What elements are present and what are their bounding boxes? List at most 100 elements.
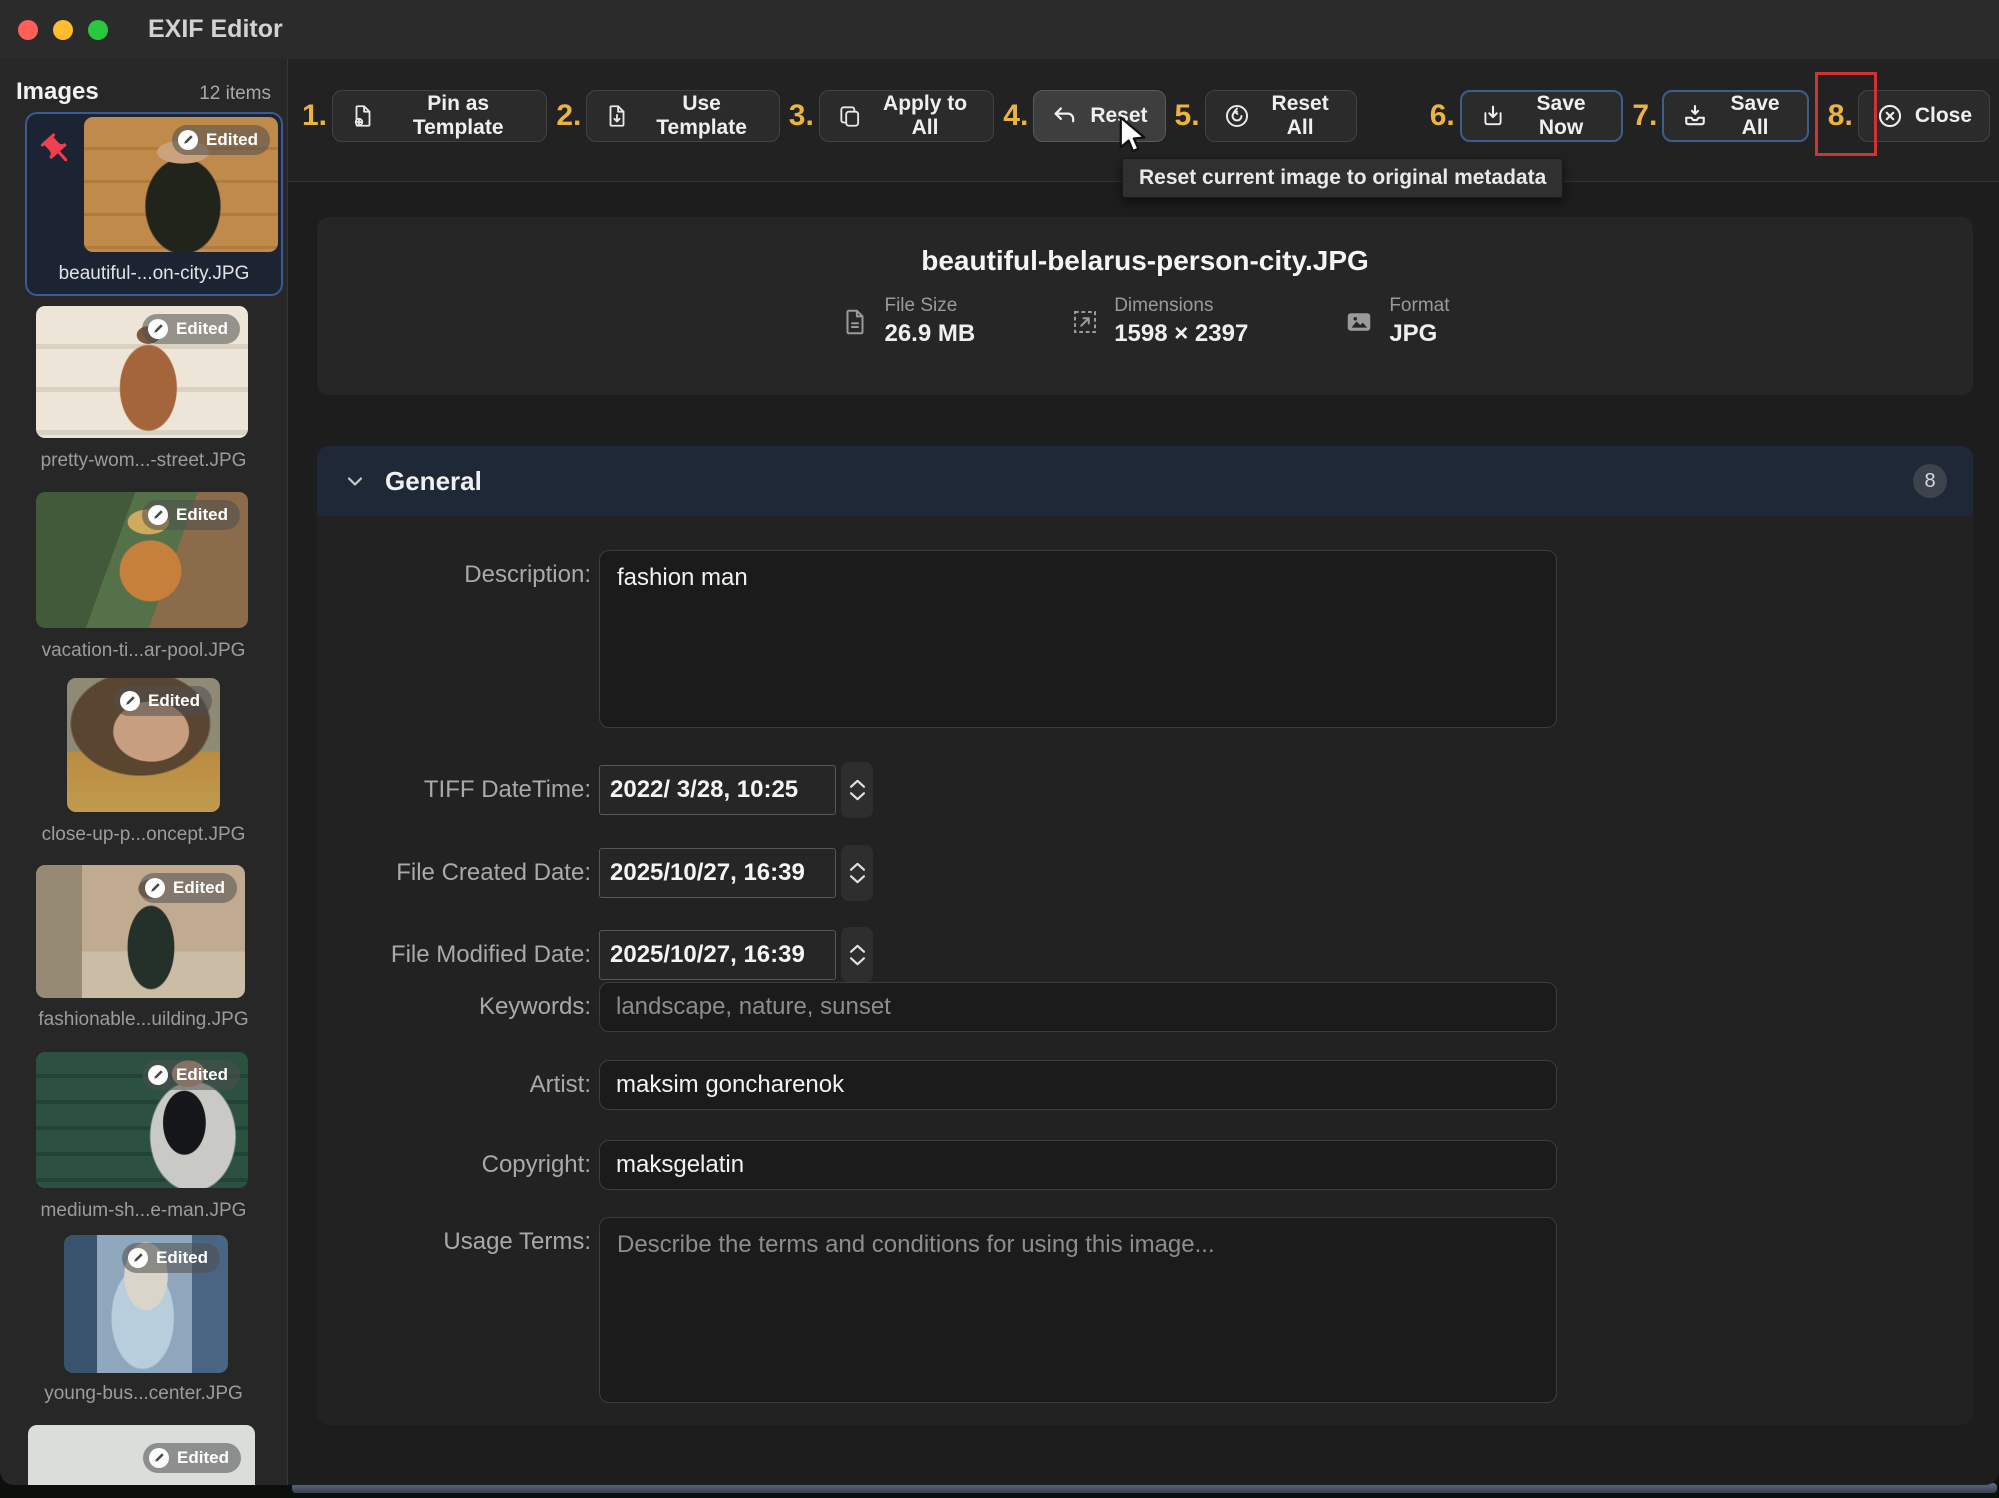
copyright-field[interactable] <box>599 1140 1557 1190</box>
edited-badge: Edited <box>139 873 237 903</box>
file-created-date-field[interactable] <box>599 848 836 898</box>
keywords-field[interactable] <box>599 982 1557 1032</box>
images-sidebar: Images 12 items Edited beautiful-...on-c… <box>0 59 288 1485</box>
reset-all-button[interactable]: Reset All <box>1205 90 1357 142</box>
stepper-up-icon <box>850 944 865 953</box>
pin-as-template-button[interactable]: Pin as Template <box>332 90 547 142</box>
stat-value: 1598 × 2397 <box>1114 320 1248 348</box>
pencil-circle-icon <box>177 129 199 151</box>
file-stats-row: File Size 26.9 MB Dimensions 1598 × 2397 <box>317 295 1973 348</box>
image-filename: fashionable...uilding.JPG <box>0 1009 287 1031</box>
tiff-datetime-field[interactable] <box>599 765 836 815</box>
artist-field[interactable] <box>599 1060 1557 1110</box>
artist-label: Artist: <box>317 1060 591 1110</box>
close-button[interactable]: Close <box>1858 90 1990 142</box>
file-modified-date-label: File Modified Date: <box>317 930 591 980</box>
file-modified-date-stepper[interactable] <box>841 927 873 983</box>
close-window-button[interactable] <box>18 20 38 40</box>
thumbnail-image: Edited <box>36 865 245 998</box>
edited-badge: Edited <box>172 125 270 155</box>
pencil-circle-icon <box>144 877 166 899</box>
pencil-circle-icon <box>147 1064 169 1086</box>
sidebar-item-1-selected[interactable]: Edited beautiful-...on-city.JPG <box>25 112 283 296</box>
general-section-title: General <box>385 466 482 497</box>
annotation-number-8-wrap: 8. <box>1828 99 1853 133</box>
edited-badge: Edited <box>142 500 240 530</box>
thumbnail-image: Edited <box>36 306 248 438</box>
stat-dimensions: Dimensions 1598 × 2397 <box>1070 295 1248 348</box>
save-all-button[interactable]: Save All <box>1662 90 1808 142</box>
apply-to-all-label: Apply to All <box>874 92 976 140</box>
file-created-date-label: File Created Date: <box>317 848 591 898</box>
annotation-number-4: 4. <box>1003 99 1028 133</box>
reset-all-label: Reset All <box>1262 92 1339 140</box>
stat-label: Format <box>1389 295 1449 317</box>
general-section-header[interactable]: General 8 <box>317 446 1973 516</box>
toolbar-group-6: 6. Save Now <box>1430 90 1624 142</box>
toolbar-group-8: 8. Close <box>1828 90 1990 142</box>
window-title: EXIF Editor <box>148 15 283 44</box>
use-template-label: Use Template <box>641 92 761 140</box>
edited-badge: Edited <box>122 1243 220 1273</box>
field-count-badge: 8 <box>1913 464 1947 498</box>
zoom-window-button[interactable] <box>88 20 108 40</box>
description-field[interactable]: fashion man <box>599 550 1557 728</box>
description-label: Description: <box>317 550 591 600</box>
pencil-circle-icon <box>147 318 169 340</box>
edited-badge-label: Edited <box>176 1065 228 1085</box>
usage-terms-label: Usage Terms: <box>317 1217 591 1267</box>
minimize-window-button[interactable] <box>53 20 73 40</box>
titlebar: EXIF Editor <box>0 0 1999 60</box>
sidebar-item-6[interactable]: Edited medium-sh...e-man.JPG <box>0 1052 287 1228</box>
sidebar-item-3[interactable]: Edited vacation-ti...ar-pool.JPG <box>0 492 287 668</box>
annotation-number-6: 6. <box>1430 99 1455 133</box>
sidebar-item-2[interactable]: Edited pretty-wom...-street.JPG <box>0 306 287 478</box>
annotation-number-5: 5. <box>1175 99 1200 133</box>
toolbar-group-7: 7. Save All <box>1632 90 1808 142</box>
image-filename: vacation-ti...ar-pool.JPG <box>0 640 287 662</box>
main-content: 1. Pin as Template 2. Use Templa <box>288 59 1999 1485</box>
edited-badge: Edited <box>142 314 240 344</box>
reset-circle-icon <box>1223 102 1251 130</box>
dimensions-icon <box>1070 307 1100 337</box>
stat-label: File Size <box>884 295 975 317</box>
annotation-number-3: 3. <box>789 99 814 133</box>
general-form: Description: fashion man TIFF DateTime: … <box>317 516 1973 1425</box>
file-created-date-stepper[interactable] <box>841 845 873 901</box>
download-icon <box>1479 102 1507 130</box>
stat-label: Dimensions <box>1114 295 1248 317</box>
thumbnail-image: Edited <box>67 678 220 812</box>
stepper-down-icon <box>850 957 865 966</box>
tiff-datetime-stepper[interactable] <box>841 762 873 818</box>
general-section: General 8 Description: fashion man TIFF … <box>317 446 1973 1425</box>
edited-badge-label: Edited <box>176 319 228 339</box>
red-annotation-box <box>1815 72 1877 156</box>
sidebar-item-4[interactable]: Edited close-up-p...oncept.JPG <box>0 678 287 852</box>
file-info-panel: beautiful-belarus-person-city.JPG File S… <box>317 217 1973 395</box>
image-filename: close-up-p...oncept.JPG <box>0 824 287 846</box>
mouse-cursor-icon <box>1112 114 1154 156</box>
edited-badge-label: Edited <box>177 1448 229 1468</box>
file-modified-date-field[interactable] <box>599 930 836 980</box>
keywords-label: Keywords: <box>317 982 591 1032</box>
usage-terms-field[interactable] <box>599 1217 1557 1403</box>
save-all-label: Save All <box>1720 92 1789 140</box>
save-now-button[interactable]: Save Now <box>1460 90 1624 142</box>
use-template-button[interactable]: Use Template <box>586 90 779 142</box>
edited-badge-label: Edited <box>148 691 200 711</box>
pin-icon <box>32 125 83 176</box>
pencil-circle-icon <box>119 690 141 712</box>
apply-to-all-button[interactable]: Apply to All <box>819 90 994 142</box>
stat-value: 26.9 MB <box>884 320 975 348</box>
copy-icon <box>837 103 863 129</box>
stepper-down-icon <box>850 875 865 884</box>
edited-badge-label: Edited <box>173 878 225 898</box>
toolbar-group-5: 5. Reset All <box>1175 90 1357 142</box>
sidebar-item-5[interactable]: Edited fashionable...uilding.JPG <box>0 865 287 1037</box>
sidebar-item-7[interactable]: Edited young-bus...center.JPG <box>0 1235 287 1411</box>
sidebar-item-8[interactable]: Edited <box>0 1425 287 1485</box>
image-filename: pretty-wom...-street.JPG <box>0 450 287 472</box>
toolbar-group-1: 1. Pin as Template <box>302 90 547 142</box>
pin-as-template-label: Pin as Template <box>387 92 529 140</box>
pencil-circle-icon <box>127 1247 149 1269</box>
